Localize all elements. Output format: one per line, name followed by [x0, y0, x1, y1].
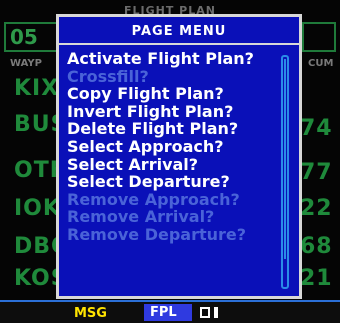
- menu-scrollbar[interactable]: [281, 55, 289, 289]
- background-row-left: IOK: [14, 196, 61, 221]
- menu-item-crossfill: Crossfill?: [67, 66, 149, 86]
- menu-item-copy-flight-plan[interactable]: Copy Flight Plan?: [67, 85, 281, 103]
- msg-annunciator: MSG: [74, 306, 107, 321]
- background-row-left: KIX: [14, 76, 60, 101]
- menu-scrollbar-thumb[interactable]: [284, 59, 286, 259]
- background-col-right-label: CUM: [308, 58, 334, 69]
- page-menu-list: Activate Flight Plan? Crossfill? Copy Fl…: [67, 50, 281, 244]
- menu-item-select-arrival[interactable]: Select Arrival?: [67, 155, 281, 174]
- background-row-right: 74: [300, 116, 333, 141]
- background-row-right: 68: [300, 234, 333, 259]
- menu-item-delete-flight-plan[interactable]: Delete Flight Plan?: [67, 120, 281, 138]
- menu-item-remove-arrival: Remove Arrival?: [67, 207, 215, 227]
- page-name-fpl: FPL: [144, 304, 192, 321]
- page-menu-divider: [59, 43, 299, 45]
- menu-item-invert-flight-plan[interactable]: Invert Flight Plan?: [67, 103, 281, 121]
- background-row-right: 21: [300, 266, 333, 291]
- menu-item-select-departure[interactable]: Select Departure?: [67, 173, 281, 191]
- status-bar: MSG FPL: [0, 300, 340, 323]
- background-row-right: 77: [300, 160, 333, 185]
- page-menu-title: PAGE MENU: [131, 24, 227, 39]
- gps-screen: FLIGHT PLAN 05 WAYP CUM KIX BUS OTH IOK …: [0, 0, 340, 323]
- menu-item-remove-approach: Remove Approach?: [67, 189, 240, 209]
- menu-item-activate-flight-plan[interactable]: Activate Flight Plan?: [67, 49, 254, 68]
- background-col-left-label: WAYP: [10, 58, 42, 69]
- background-row-right: 22: [300, 196, 333, 221]
- page-indicator-block-icon: [214, 307, 218, 318]
- background-header-right: [302, 22, 336, 52]
- menu-item-select-approach[interactable]: Select Approach?: [67, 138, 281, 156]
- page-menu: PAGE MENU Activate Flight Plan? Crossfil…: [56, 14, 302, 299]
- menu-item-remove-departure: Remove Departure?: [67, 224, 247, 244]
- page-indicator-icon: [200, 307, 210, 318]
